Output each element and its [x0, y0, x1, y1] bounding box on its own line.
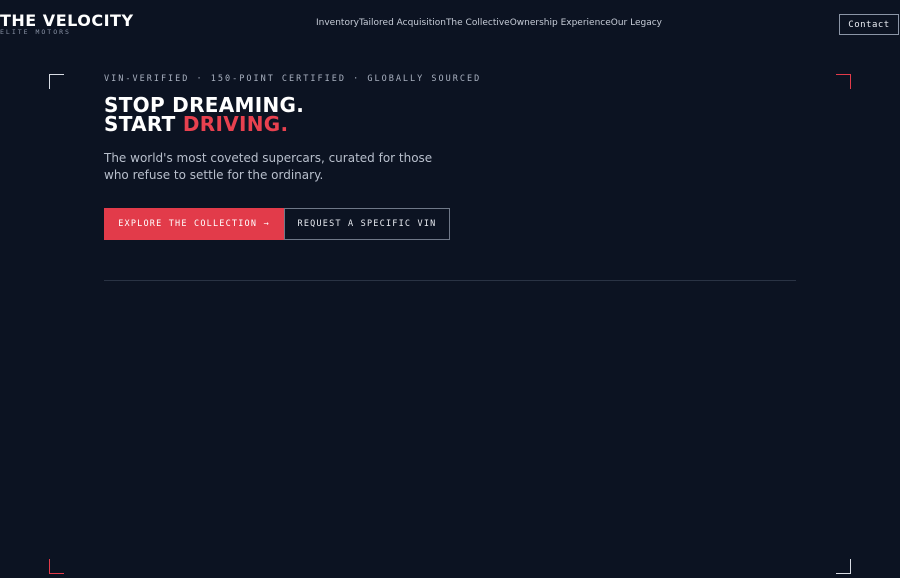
brand-name: THE VELOCITY: [0, 11, 134, 30]
section-divider: [104, 280, 796, 281]
brand-logo[interactable]: THE VELOCITY ELITE MOTORS: [0, 12, 134, 36]
nav-links: Inventory Tailored Acquisition The Colle…: [316, 17, 662, 29]
hero-eyebrow: VIN-VERIFIED · 150-POINT CERTIFIED · GLO…: [104, 74, 482, 84]
nav-link-our-legacy[interactable]: Our Legacy: [611, 17, 662, 29]
nav-link-ownership-experience[interactable]: Ownership Experience: [510, 17, 611, 29]
hero-headline: STOP DREAMING. START DRIVING.: [104, 95, 304, 136]
nav-link-tailored-acquisition[interactable]: Tailored Acquisition: [359, 17, 446, 29]
contact-button[interactable]: Contact: [839, 14, 899, 35]
corner-bracket-bottom-right: [836, 559, 851, 574]
nav-link-the-collective[interactable]: The Collective: [446, 17, 510, 29]
explore-collection-button[interactable]: EXPLORE THE COLLECTION →: [104, 208, 284, 240]
top-navigation: THE VELOCITY ELITE MOTORS Inventory Tail…: [0, 0, 900, 48]
corner-bracket-top-right: [836, 74, 851, 89]
headline-line-2-prefix: START: [104, 112, 183, 136]
corner-bracket-top-left: [49, 74, 64, 89]
request-vin-button[interactable]: REQUEST A SPECIFIC VIN: [284, 208, 450, 240]
headline-line-2-accent: DRIVING.: [182, 112, 289, 136]
nav-link-inventory[interactable]: Inventory: [316, 17, 359, 29]
corner-bracket-bottom-left: [49, 559, 64, 574]
hero-subtitle: The world's most coveted supercars, cura…: [104, 151, 433, 182]
brand-tagline: ELITE MOTORS: [0, 28, 71, 36]
